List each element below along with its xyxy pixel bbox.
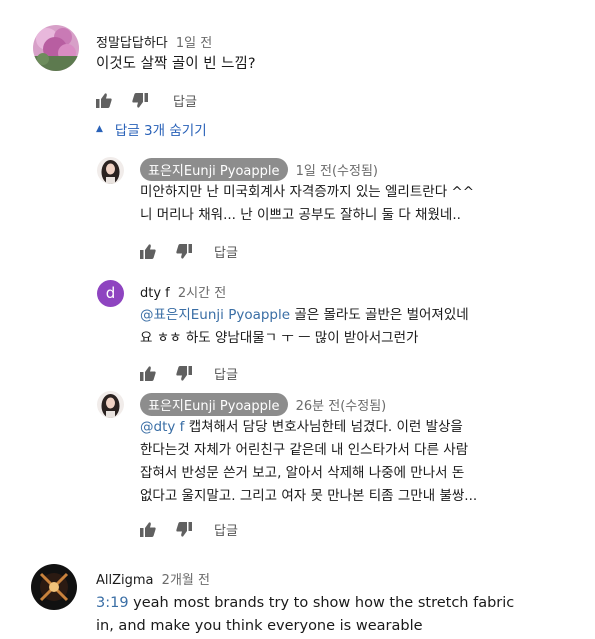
reply-button[interactable]: 답글	[173, 91, 197, 110]
collapse-icon: ▲	[96, 124, 103, 134]
dislike-icon[interactable]	[176, 522, 192, 537]
avatar[interactable]	[31, 564, 77, 610]
comment-time: 1일 전	[175, 36, 213, 51]
mention-link[interactable]: @표은지Eunji Pyoapple	[140, 307, 290, 323]
like-icon[interactable]	[140, 522, 156, 537]
comment-text: yeah most brands try to show how the str…	[128, 595, 515, 611]
avatar[interactable]	[97, 391, 124, 418]
dislike-icon[interactable]	[132, 93, 148, 108]
comment-author[interactable]: AllZigma	[96, 573, 154, 588]
reply-text-line: 미안하지만 난 미국회계사 자격증까지 있는 엘리트란다 ^^	[140, 184, 475, 200]
comment-text-line: 3:19 yeah most brands try to show how th…	[96, 592, 514, 615]
reply-text-line: 니 머리나 채워... 난 이쁘고 공부도 잘하니 둘 다 채웠네..	[140, 207, 461, 223]
reply-time: 2시간 전	[177, 286, 227, 301]
dislike-icon[interactable]	[176, 366, 192, 381]
comment-text-line: in, and make you think everyone is weara…	[96, 618, 423, 634]
reply-time: 26분 전(수정됨)	[295, 399, 387, 414]
reply-text-line: @표은지Eunji Pyoapple 골은 몰라도 골반은 벌어져있네	[140, 304, 469, 327]
comment-author[interactable]: 정말답답하다	[96, 36, 168, 51]
like-icon[interactable]	[96, 93, 112, 108]
reply-text-line: 없다고 울지말고. 그리고 여자 못 만나본 티좀 그만내 불쌍...	[140, 488, 478, 504]
avatar[interactable]	[97, 157, 124, 184]
reply-author[interactable]: dty f	[140, 286, 170, 301]
like-icon[interactable]	[140, 244, 156, 259]
reply-text: 골은 몰라도 골반은 벌어져있네	[290, 307, 469, 323]
reply-text-line: 한다는것 자체가 어린친구 같은데 내 인스타가서 다른 사람	[140, 442, 469, 458]
reply-text-line: @dty f 캡쳐해서 담당 변호사님한테 넘겼다. 이런 발상을	[140, 416, 463, 439]
avatar[interactable]: d	[97, 280, 124, 307]
comment-text: 이것도 살짝 골이 빈 느낌?	[96, 56, 256, 72]
reply-text: 캡쳐해서 담당 변호사님한테 넘겼다. 이런 발상을	[184, 419, 463, 435]
reply-text-line: 요 ㅎㅎ 하도 양남대물ㄱ ㅜ ㅡ 많이 받아서그런가	[140, 330, 419, 346]
reply-button[interactable]: 답글	[214, 242, 238, 261]
reply-time: 1일 전(수정됨)	[295, 164, 378, 179]
like-icon[interactable]	[140, 366, 156, 381]
comment-time: 2개월 전	[161, 573, 210, 588]
avatar-letter: d	[105, 284, 116, 302]
reply-button[interactable]: 답글	[214, 520, 238, 539]
timestamp-link[interactable]: 3:19	[96, 595, 129, 611]
avatar[interactable]	[33, 25, 79, 71]
mention-link[interactable]: @dty f	[140, 419, 184, 435]
reply-text-line: 잡혀서 반성문 쓴거 보고, 알아서 삭제해 나중에 만나서 돈	[140, 465, 465, 481]
hide-replies-toggle[interactable]: ▲ 답글 3개 숨기기	[96, 119, 207, 139]
hide-replies-label: 답글 3개 숨기기	[114, 123, 207, 139]
reply-author-chip[interactable]: 표은지Eunji Pyoapple	[140, 158, 288, 181]
reply-author-chip[interactable]: 표은지Eunji Pyoapple	[140, 393, 288, 416]
reply-button[interactable]: 답글	[214, 364, 238, 383]
dislike-icon[interactable]	[176, 244, 192, 259]
